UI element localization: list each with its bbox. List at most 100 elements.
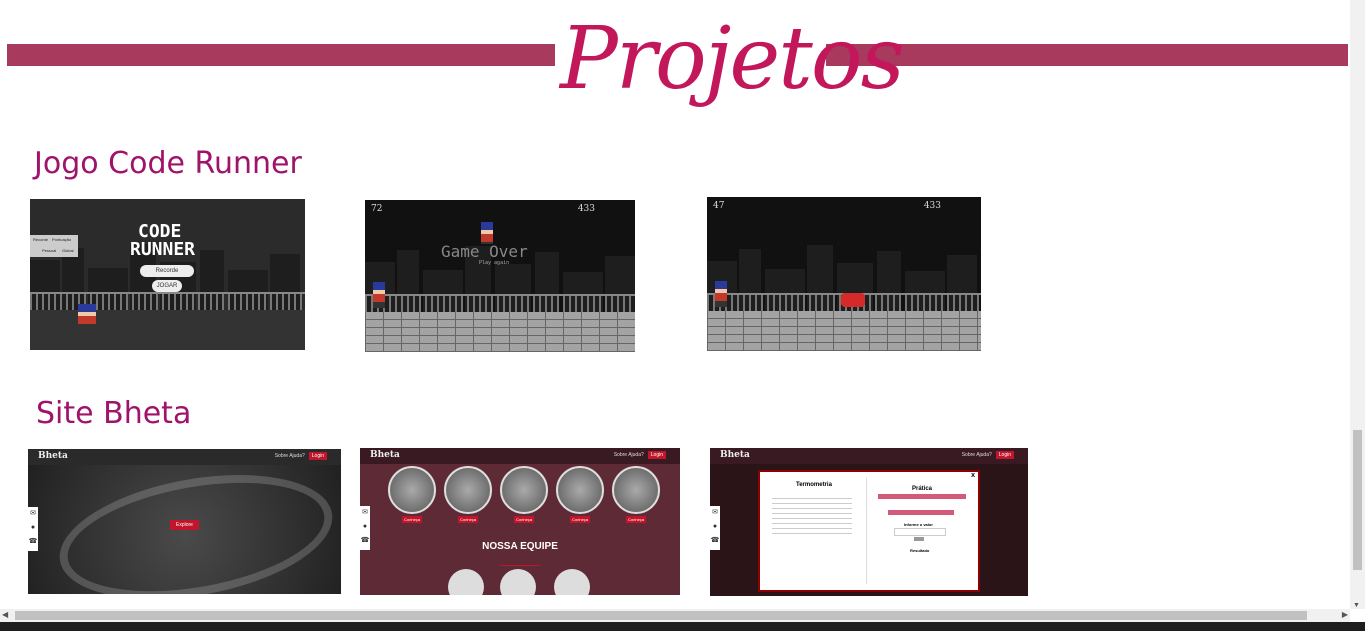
- record-button: Recorde: [140, 265, 194, 277]
- phone-icon: ☎: [28, 538, 38, 545]
- social-sidebar: ✉ ● ☎: [360, 506, 370, 550]
- scoreboard-tab-left: Pessoal: [42, 248, 57, 253]
- runner-character: [715, 281, 727, 307]
- bheta-home-screenshot[interactable]: Bheta Sobre Ajuda? Login Explore ✉ ● ☎: [28, 449, 341, 594]
- play-button: JOGAR: [152, 280, 182, 292]
- section-title-code-runner: Jogo Code Runner: [34, 146, 302, 181]
- code-runner-gameplay-screenshot[interactable]: 47 433: [707, 197, 981, 351]
- phone-icon: ☎: [710, 537, 720, 544]
- navbar: Bheta Sobre Ajuda? Login: [360, 448, 680, 464]
- team-member-photo: [500, 466, 548, 514]
- game-over-text: Game Over: [441, 242, 528, 261]
- social-sidebar: ✉ ● ☎: [710, 506, 720, 550]
- brand-logo: Bheta: [370, 450, 400, 460]
- code-runner-gameover-screenshot[interactable]: 72 433 Game Over Play again: [365, 200, 635, 352]
- thermometry-modal: x Termometria Prática Informe o valor Re…: [758, 470, 980, 592]
- scroll-down-arrow-icon[interactable]: ▼: [1353, 602, 1360, 609]
- code-logo-line2: RUNNER: [130, 239, 196, 260]
- team-member-photo: [444, 466, 492, 514]
- bheta-team-screenshot[interactable]: Bheta Sobre Ajuda? Login Conheça Conheça …: [360, 448, 680, 595]
- nav-link-sobre: Sobre: [961, 452, 976, 458]
- conheca-button: Conheça: [514, 516, 535, 523]
- team-avatar: [554, 569, 590, 595]
- location-icon: ●: [30, 524, 36, 531]
- scroll-left-arrow-icon[interactable]: ◀: [2, 610, 8, 619]
- social-sidebar: ✉ ● ☎: [28, 507, 38, 551]
- team-member-photo: [612, 466, 660, 514]
- runner-character: [373, 282, 385, 308]
- nav-link-sobre: Sobre: [274, 453, 289, 459]
- title-rule-left: [7, 44, 555, 66]
- brand-logo: Bheta: [720, 450, 750, 460]
- scoreboard-menu-left: Recorde: [33, 237, 49, 242]
- explore-button: Explore: [170, 520, 199, 530]
- conversion-buttons-row1: [878, 494, 966, 499]
- navbar: Bheta Sobre Ajuda? Login: [28, 449, 341, 465]
- runner-character: [78, 304, 96, 344]
- team-avatar: [500, 569, 536, 595]
- result-label: Resultado: [910, 548, 930, 553]
- navbar: Bheta Sobre Ajuda? Login: [710, 448, 1028, 464]
- phone-icon: ☎: [360, 537, 370, 544]
- brick-wall: [707, 311, 981, 351]
- conheca-button: Conheça: [458, 516, 479, 523]
- team-member-photo: [556, 466, 604, 514]
- email-icon: ✉: [30, 510, 36, 517]
- modal-text-block: [772, 494, 852, 534]
- nav-links: Sobre Ajuda? Login: [275, 452, 327, 460]
- section-title-bheta: Site Bheta: [36, 396, 192, 431]
- nav-login-button: Login: [995, 451, 1014, 459]
- vertical-scrollbar-thumb[interactable]: [1353, 430, 1362, 570]
- page-title: Projetos: [560, 9, 905, 109]
- email-icon: ✉: [362, 509, 368, 516]
- conheca-button: Conheça: [570, 516, 591, 523]
- brand-logo: Bheta: [38, 451, 68, 461]
- conheca-button: Conheça: [402, 516, 423, 523]
- score-left: 72: [371, 204, 383, 214]
- enemy-obstacle: [841, 293, 865, 307]
- horizontal-scrollbar-thumb[interactable]: [15, 611, 1307, 620]
- runner-character: [481, 222, 493, 244]
- nav-link-ajuda: Ajuda?: [628, 452, 644, 458]
- scoreboard-menu-right: Pontuação: [52, 237, 72, 242]
- input-label: Informe o valor: [904, 522, 933, 527]
- location-icon: ●: [362, 523, 368, 530]
- modal-left-title: Termometria: [796, 482, 832, 488]
- horizontal-scrollbar[interactable]: ◀ ▶: [0, 609, 1350, 622]
- team-avatar: [448, 569, 484, 595]
- value-input: [894, 528, 946, 536]
- team-heading: NOSSA EQUIPE: [482, 541, 558, 552]
- scroll-right-arrow-icon[interactable]: ▶: [1342, 610, 1348, 619]
- nav-login-button: Login: [308, 452, 327, 460]
- conheca-button: Conheça: [626, 516, 647, 523]
- code-runner-menu-screenshot[interactable]: Recorde Pontuação Pessoal Global CODE RU…: [30, 199, 305, 350]
- modal-divider: [866, 478, 867, 584]
- nav-link-sobre: Sobre: [613, 452, 628, 458]
- fence: [365, 294, 635, 312]
- bheta-thermometry-screenshot[interactable]: Bheta Sobre Ajuda? Login x Termometria Pr…: [710, 448, 1028, 596]
- fence: [30, 292, 305, 310]
- nav-login-button: Login: [647, 451, 666, 459]
- title-rule-right: [826, 44, 1348, 66]
- convert-button: [914, 537, 924, 541]
- vertical-scrollbar[interactable]: ▼: [1350, 0, 1365, 609]
- score-right: 433: [923, 201, 941, 211]
- scoreboard-panel: Recorde Pontuação Pessoal Global: [30, 235, 78, 257]
- scoreboard-tab-right: Global: [62, 248, 74, 253]
- team-member-photo: [388, 466, 436, 514]
- play-again-text: Play again: [479, 260, 510, 266]
- nav-link-ajuda: Ajuda?: [976, 452, 992, 458]
- brick-wall: [365, 312, 635, 352]
- ground: [30, 310, 305, 350]
- location-icon: ●: [712, 523, 718, 530]
- email-icon: ✉: [712, 509, 718, 516]
- taskbar-strip: [0, 622, 1365, 631]
- score-left: 47: [713, 201, 725, 211]
- nav-link-ajuda: Ajuda?: [289, 453, 305, 459]
- score-right: 433: [577, 204, 595, 214]
- nav-links: Sobre Ajuda? Login: [962, 451, 1014, 459]
- modal-right-title: Prática: [912, 486, 933, 492]
- conversion-buttons-row2: [888, 510, 954, 515]
- modal-close-icon: x: [971, 472, 975, 479]
- heading-underline: [500, 565, 540, 566]
